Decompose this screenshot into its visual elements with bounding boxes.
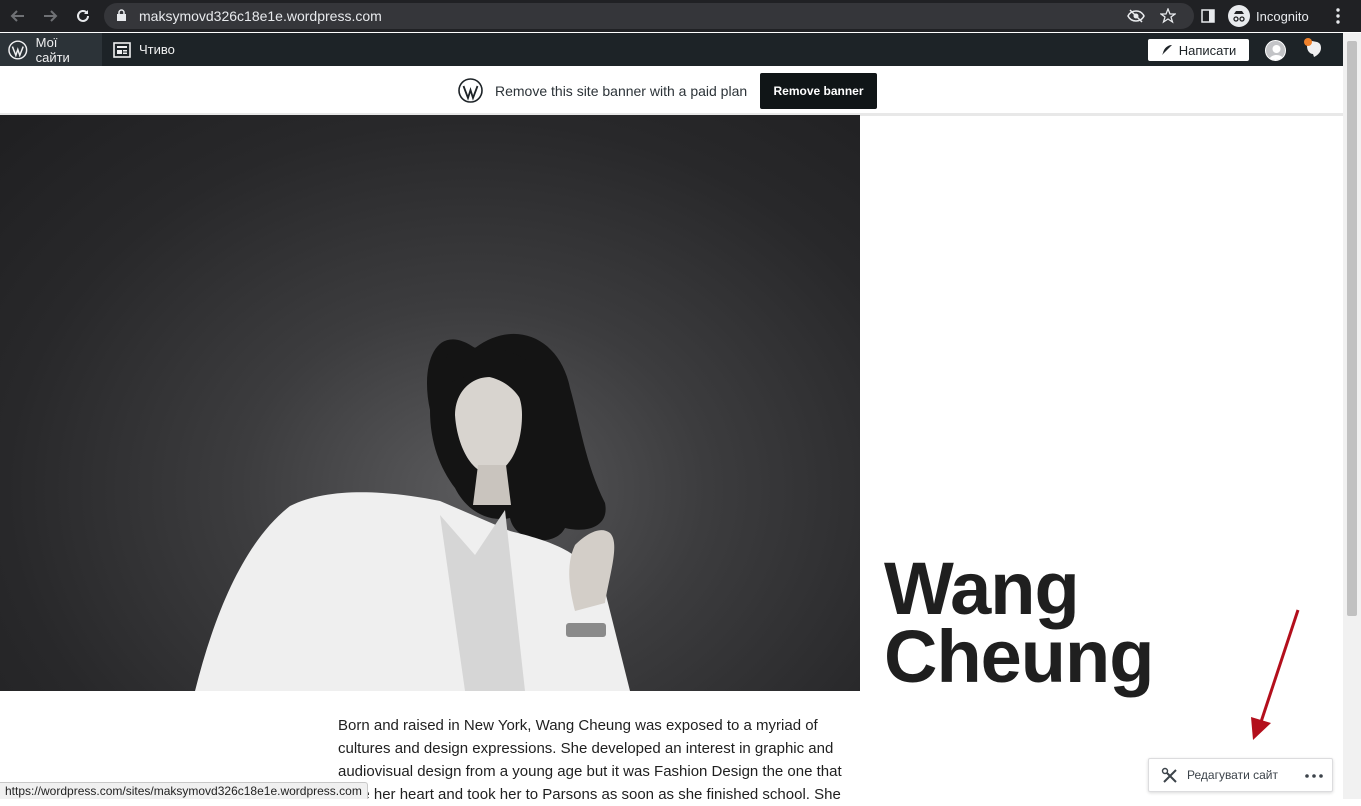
my-sites-label: Мої сайти [35,34,70,65]
reader-label: Чтиво [139,42,175,57]
tracking-protection-button[interactable] [1124,4,1148,28]
arrow-left-icon [10,10,24,22]
my-sites-button[interactable]: Мої сайти [0,33,102,66]
tools-icon [1161,767,1177,783]
eye-off-icon [1127,9,1145,23]
wordpress-logo-icon [8,39,28,60]
reload-icon [77,9,89,22]
lock-icon [117,9,126,21]
annotation-arrow-icon [1251,609,1300,740]
address-bar[interactable]: maksymovd326c18e1e.wordpress.com [104,3,1194,29]
user-icon [1268,45,1285,60]
wp-admin-bar: Мої сайти Чтиво Написати [0,33,1343,66]
arrow-right-icon [44,10,58,22]
status-bar-url: https://wordpress.com/sites/maksymovd326… [0,782,368,799]
site-banner: Remove this site banner with a paid plan… [0,66,1343,116]
kebab-menu-icon [1336,8,1340,24]
remove-banner-button[interactable]: Remove banner [760,73,877,109]
edit-site-label: Редагувати сайт [1187,768,1278,782]
side-panel-button[interactable] [1196,4,1220,28]
incognito-label: Incognito [1256,8,1309,24]
star-icon [1160,8,1176,24]
bookmark-button[interactable] [1156,4,1180,28]
feather-pen-icon [1161,45,1172,55]
browser-menu-button[interactable] [1326,4,1350,28]
bio-paragraph: Born and raised in New York, Wang Cheung… [338,717,842,803]
notification-dot [1304,38,1312,46]
scrollbar-thumb[interactable] [1347,41,1357,616]
site-title-line2: Cheung [884,615,1154,698]
reader-icon [113,41,131,58]
incognito-profile[interactable]: Incognito [1228,3,1309,29]
browser-toolbar: maksymovd326c18e1e.wordpress.com Incogni… [0,0,1361,32]
more-options-icon[interactable] [1304,768,1324,784]
write-button[interactable]: Написати [1148,39,1249,61]
write-label: Написати [1178,42,1237,58]
back-button[interactable] [6,4,30,28]
wordpress-logo-icon [458,78,483,103]
edit-site-button[interactable]: Редагувати сайт [1148,758,1333,792]
site-title[interactable]: Wang Cheung [884,547,1154,698]
url-text: maksymovd326c18e1e.wordpress.com [139,8,382,24]
side-panel-icon [1201,9,1215,23]
reload-button[interactable] [71,4,95,28]
user-avatar[interactable] [1265,40,1286,61]
site-title-line1: Wang [884,547,1080,630]
forward-button[interactable] [38,4,62,28]
hero-photo [0,115,860,691]
incognito-icon [1228,5,1250,27]
reader-button[interactable]: Чтиво [105,33,183,66]
page-scrollbar[interactable] [1343,33,1361,799]
portrait-photo [195,333,630,691]
banner-text: Remove this site banner with a paid plan [495,83,748,99]
